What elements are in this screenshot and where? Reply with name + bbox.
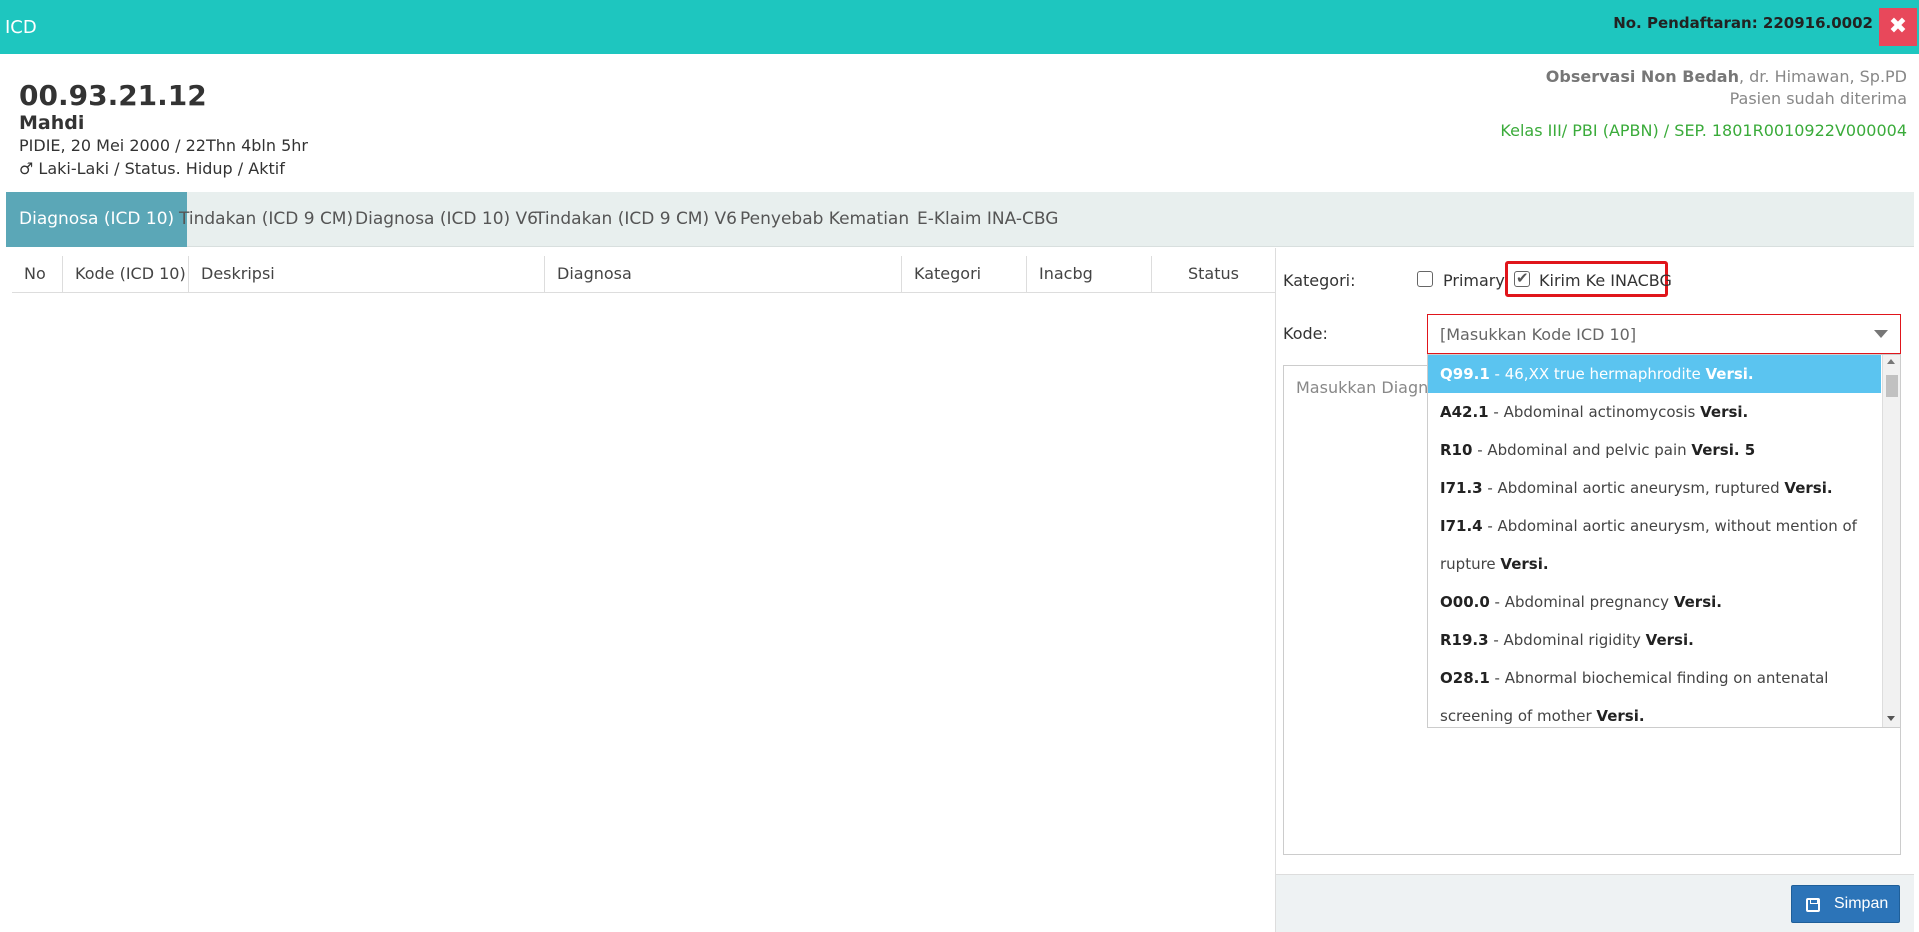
male-icon: ♂ [19, 159, 34, 178]
item-version: Versi. [1673, 593, 1722, 611]
item-code: O28.1 [1440, 669, 1490, 687]
item-description: - Abdominal rigidity [1488, 631, 1646, 649]
save-button[interactable]: Simpan [1791, 885, 1900, 923]
list-item[interactable]: I71.4 - Abdominal aortic aneurysm, witho… [1428, 507, 1881, 583]
tab-tindakan-icd9cm-v6[interactable]: Tindakan (ICD 9 CM) V6 [522, 192, 750, 247]
primary-label: Primary [1443, 271, 1505, 290]
item-version: Versi. [1705, 365, 1754, 383]
icd-code-dropdown: Q99.1 - 46,XX true hermaphrodite Versi. … [1427, 354, 1901, 728]
scroll-up-icon[interactable] [1887, 359, 1895, 364]
column-deskripsi: Deskripsi [188, 256, 544, 292]
item-version: Versi. [1700, 403, 1749, 421]
list-item[interactable]: Q99.1 - 46,XX true hermaphrodite Versi. [1428, 355, 1881, 393]
close-icon[interactable]: ✖ [1879, 8, 1917, 46]
visit-status: Pasien sudah diterima [1729, 89, 1907, 108]
tab-diagnosa-icd10[interactable]: Diagnosa (ICD 10) [6, 192, 188, 247]
tab-bar: Diagnosa (ICD 10) Tindakan (ICD 9 CM) Di… [6, 192, 1914, 247]
column-status: Status [1151, 256, 1275, 292]
gender-status-text: Laki-Laki / Status. Hidup / Aktif [33, 159, 285, 178]
form-footer: Simpan [1276, 874, 1914, 932]
item-description: - 46,XX true hermaphrodite [1489, 365, 1706, 383]
item-version: Versi. [1596, 707, 1645, 725]
primary-checkbox[interactable] [1417, 271, 1433, 287]
modal-header: ICD No. Pendaftaran: 220916.0002 ✖ [0, 0, 1919, 54]
column-diagnosa: Diagnosa [544, 256, 901, 292]
kategori-label: Kategori: [1283, 271, 1356, 290]
item-code: A42.1 [1440, 403, 1489, 421]
kirim-inacbg-label: Kirim Ke INACBG [1539, 271, 1672, 290]
column-inacbg: Inacbg [1026, 256, 1151, 292]
chevron-down-icon [1874, 330, 1888, 338]
kirim-inacbg-checkbox[interactable] [1514, 269, 1530, 287]
list-item[interactable]: O28.1 - Abnormal biochemical finding on … [1428, 659, 1881, 727]
list-item[interactable]: R19.3 - Abdominal rigidity Versi. [1428, 621, 1881, 659]
kode-placeholder: [Masukkan Kode ICD 10] [1440, 325, 1637, 344]
item-description: - Abdominal pregnancy [1489, 593, 1674, 611]
item-description: - Abdominal and pelvic pain [1472, 441, 1692, 459]
item-description: - Abdominal aortic aneurysm, ruptured [1482, 479, 1785, 497]
list-item[interactable]: R10 - Abdominal and pelvic pain Versi. 5 [1428, 431, 1881, 469]
item-code: I71.4 [1440, 517, 1483, 535]
column-kode: Kode (ICD 10) [62, 256, 188, 292]
diagnosis-table-header: No Kode (ICD 10) Deskripsi Diagnosa Kate… [12, 256, 1275, 293]
item-code: R19.3 [1440, 631, 1489, 649]
visit-unit-doctor: Observasi Non Bedah, dr. Himawan, Sp.PD [1500, 66, 1907, 88]
modal-title: ICD [5, 17, 37, 38]
visit-unit: Observasi Non Bedah [1545, 67, 1739, 86]
kode-label: Kode: [1283, 324, 1328, 343]
item-code: R10 [1440, 441, 1473, 459]
tab-eklaim-inacbg[interactable]: E-Klaim INA-CBG [904, 192, 1071, 247]
item-version: Versi. [1645, 631, 1694, 649]
item-code: Q99.1 [1440, 365, 1490, 383]
tab-penyebab-kematian[interactable]: Penyebab Kematian [727, 192, 922, 247]
patient-birth-info: PIDIE, 20 Mei 2000 / 22Thn 4bln 5hr [19, 136, 308, 155]
medical-record-number: 00.93.21.12 [19, 79, 207, 112]
registration-number: No. Pendaftaran: 220916.0002 [1613, 14, 1873, 32]
list-item[interactable]: I71.3 - Abdominal aortic aneurysm, ruptu… [1428, 469, 1881, 507]
patient-name: Mahdi [19, 112, 85, 134]
scroll-thumb[interactable] [1886, 375, 1898, 397]
column-no: No [24, 264, 46, 283]
list-item[interactable]: O00.0 - Abdominal pregnancy Versi. [1428, 583, 1881, 621]
icd-code-list: Q99.1 - 46,XX true hermaphrodite Versi. … [1428, 355, 1881, 727]
item-version: Versi. [1500, 555, 1549, 573]
tab-diagnosa-icd10-v6[interactable]: Diagnosa (ICD 10) V6 [342, 192, 551, 247]
item-description: - Abdominal actinomycosis [1488, 403, 1701, 421]
visit-doctor: , dr. Himawan, Sp.PD [1738, 67, 1907, 86]
dropdown-scrollbar[interactable] [1882, 355, 1900, 727]
item-code: I71.3 [1440, 479, 1483, 497]
save-button-label: Simpan [1834, 895, 1889, 912]
item-code: O00.0 [1440, 593, 1490, 611]
diagnosa-placeholder: Masukkan Diagno [1296, 378, 1439, 397]
list-item[interactable]: A42.1 - Abdominal actinomycosis Versi. [1428, 393, 1881, 431]
scroll-down-icon[interactable] [1887, 716, 1895, 721]
item-version: Versi. [1784, 479, 1833, 497]
tab-tindakan-icd9cm[interactable]: Tindakan (ICD 9 CM) [166, 192, 366, 247]
item-version: Versi. 5 [1691, 441, 1756, 459]
kode-icd10-select[interactable]: [Masukkan Kode ICD 10] [1427, 314, 1901, 354]
visit-info: Observasi Non Bedah, dr. Himawan, Sp.PD … [1500, 66, 1907, 142]
patient-gender-status: ♂ Laki-Laki / Status. Hidup / Aktif [19, 157, 308, 180]
column-kategori: Kategori [901, 256, 1026, 292]
floppy-disk-icon [1806, 898, 1820, 912]
patient-info: 00.93.21.12 Mahdi PIDIE, 20 Mei 2000 / 2… [19, 80, 308, 180]
insurance-class: Kelas III/ PBI (APBN) / SEP. 1801R001092… [1500, 121, 1907, 140]
